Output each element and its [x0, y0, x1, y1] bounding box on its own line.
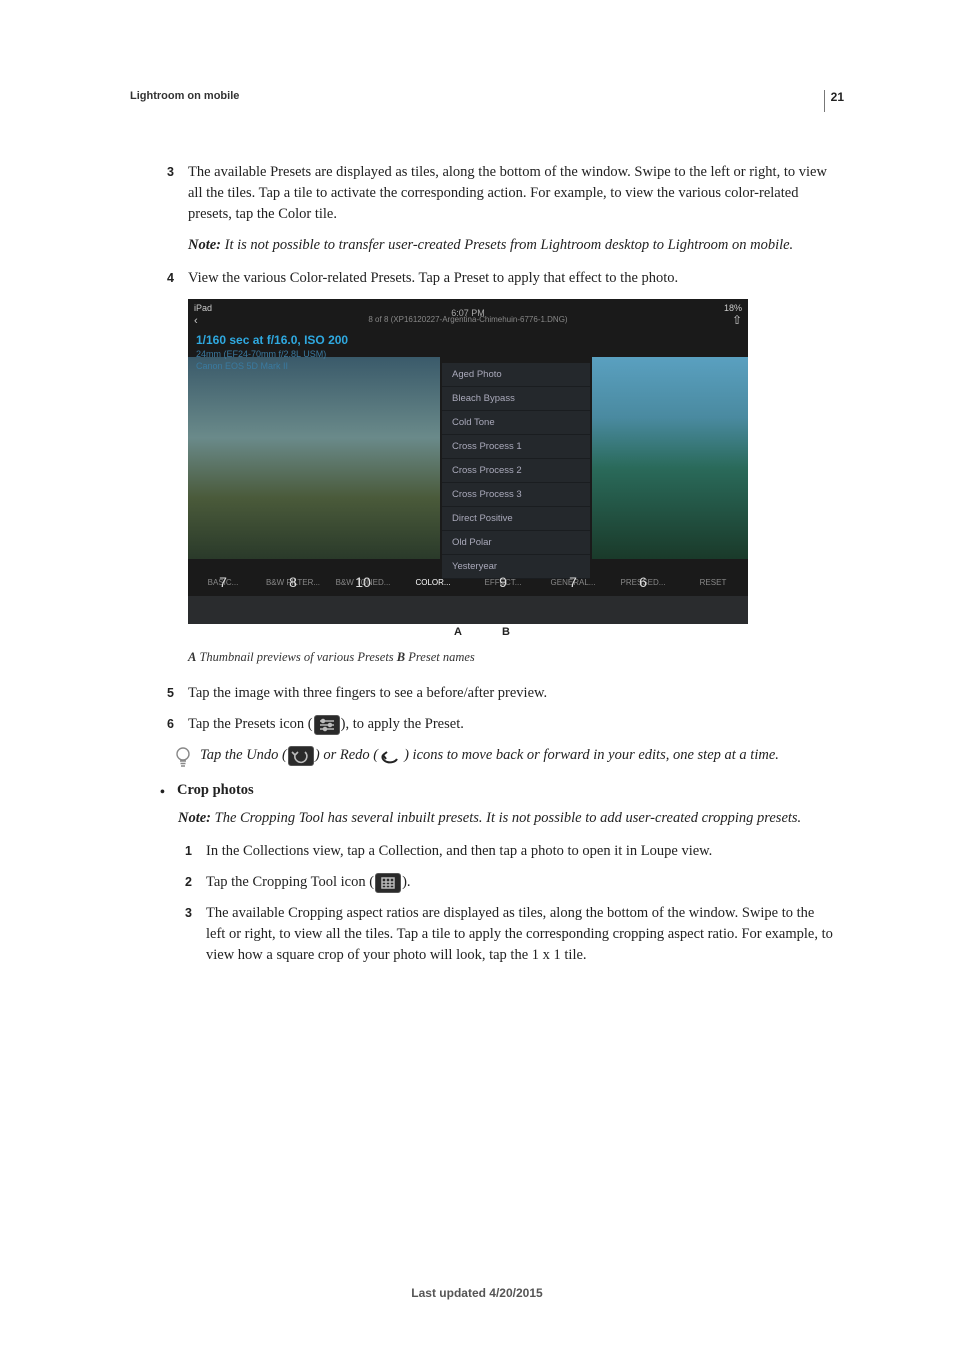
callout-B: B	[502, 626, 510, 638]
figure-caption: A Thumbnail previews of various Presets …	[188, 650, 834, 665]
preset-item: Cold Tone	[442, 411, 590, 435]
count: 7	[538, 574, 608, 594]
step-number-6: 6	[160, 714, 174, 735]
step-number-3: 3	[160, 162, 174, 225]
preset-item: Cross Process 2	[442, 459, 590, 483]
preset-item: Cross Process 3	[442, 483, 590, 507]
preset-item: Bleach Bypass	[442, 387, 590, 411]
step-number-5: 5	[160, 683, 174, 704]
preset-item: Aged Photo	[442, 363, 590, 387]
count: 8	[258, 574, 328, 594]
preset-counts: 7 8 10 9 7 6	[188, 574, 748, 594]
preset-item: Old Polar	[442, 531, 590, 555]
crop-step-2-post: ).	[402, 874, 410, 890]
exif-line-3: Canon EOS 5D Mark II	[196, 361, 288, 371]
note-transfer: Note: It is not possible to transfer use…	[188, 235, 834, 256]
page-number: 21	[824, 90, 844, 112]
screenshot-title: 8 of 8 (XP16120227-Argentina-Chimehuin-6…	[368, 315, 567, 324]
caption-A-text: Thumbnail previews of various Presets	[196, 650, 396, 664]
back-icon: ‹	[194, 315, 198, 327]
crop-heading: Crop photos	[177, 782, 254, 800]
crop-tool-icon	[375, 873, 401, 893]
page-footer: Last updated 4/20/2015	[0, 1286, 954, 1300]
crop-step-2-num: 2	[178, 872, 192, 893]
count: 7	[188, 574, 258, 594]
callout-A: A	[454, 626, 462, 638]
tip-pre: Tap the Undo (	[200, 747, 287, 763]
note-label: Note:	[188, 237, 225, 253]
crop-step-2-pre: Tap the Cropping Tool icon (	[206, 874, 374, 890]
crop-step-3: The available Cropping aspect ratios are…	[206, 903, 834, 966]
crop-note: Note: The Cropping Tool has several inbu…	[178, 808, 834, 829]
crop-step-1: In the Collections view, tap a Collectio…	[206, 841, 834, 862]
battery-label: 18%	[724, 303, 742, 313]
step-3-text: The available Presets are displayed as t…	[188, 162, 834, 225]
crop-step-1-num: 1	[178, 841, 192, 862]
bullet-dot: •	[160, 782, 165, 800]
tip-post: ) icons to move back or forward in your …	[404, 747, 779, 763]
caption-B-text: Preset names	[405, 650, 475, 664]
device-label: iPad	[194, 303, 212, 313]
photo-preview-left	[188, 357, 440, 559]
screenshot-figure: iPad ‹ 6:07 PM 8 of 8 (XP16120227-Argent…	[188, 299, 834, 646]
step-5-text: Tap the image with three fingers to see …	[188, 683, 834, 704]
photo-preview-right	[592, 357, 748, 559]
crop-step-2: Tap the Cropping Tool icon ().	[206, 872, 834, 893]
preset-item: Direct Positive	[442, 507, 590, 531]
note-transfer-text: It is not possible to transfer user-crea…	[225, 237, 794, 253]
crop-note-text: The Cropping Tool has several inbuilt pr…	[215, 810, 802, 826]
note-label: Note:	[178, 810, 215, 826]
app-screenshot: iPad ‹ 6:07 PM 8 of 8 (XP16120227-Argent…	[188, 299, 748, 624]
crop-step-3-num: 3	[178, 903, 192, 966]
count: 6	[608, 574, 678, 594]
count: 9	[468, 574, 538, 594]
step-6-post: ), to apply the Preset.	[341, 716, 464, 732]
lightbulb-icon	[174, 746, 192, 768]
count: 10	[328, 574, 398, 594]
preset-item: Cross Process 1	[442, 435, 590, 459]
screenshot-footer-bar	[188, 596, 748, 624]
step-6-pre: Tap the Presets icon (	[188, 716, 313, 732]
redo-icon	[380, 747, 402, 765]
exif-line-1: 1/160 sec at f/16.0, ISO 200	[196, 333, 348, 347]
caption-B-label: B	[397, 650, 405, 664]
breadcrumb: Lightroom on mobile	[130, 90, 834, 102]
tip-undo-redo: Tap the Undo ( ) or Redo ( ) icons to move…	[174, 745, 834, 768]
preset-list: Aged Photo Bleach Bypass Cold Tone Cross…	[442, 363, 590, 579]
undo-icon	[288, 746, 314, 766]
step-6-text: Tap the Presets icon ( ), to apply the Pr…	[188, 714, 834, 735]
step-4-text: View the various Color-related Presets. …	[188, 268, 834, 289]
presets-icon	[314, 715, 340, 735]
exif-line-2: 24mm (EF24-70mm f/2.8L USM)	[196, 349, 326, 359]
step-number-4: 4	[160, 268, 174, 289]
share-icon: ⇧	[732, 313, 742, 327]
tip-mid: ) or Redo (	[315, 747, 378, 763]
